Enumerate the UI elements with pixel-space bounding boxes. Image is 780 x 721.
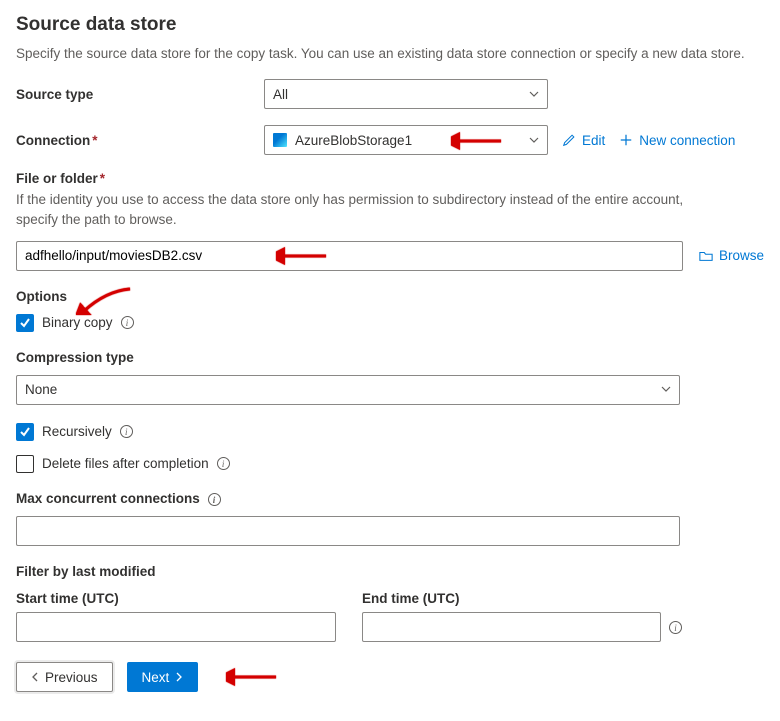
previous-button[interactable]: Previous — [16, 662, 113, 692]
recursively-label: Recursively — [42, 424, 112, 439]
source-type-value: All — [273, 87, 288, 102]
file-folder-label: File or folder* — [16, 171, 764, 186]
end-time-label: End time (UTC) — [362, 591, 661, 606]
info-icon[interactable]: i — [120, 425, 133, 438]
filter-label: Filter by last modified — [16, 564, 764, 579]
info-icon[interactable]: i — [217, 457, 230, 470]
page-title: Source data store — [16, 14, 764, 36]
next-button[interactable]: Next — [127, 662, 199, 692]
start-time-label: Start time (UTC) — [16, 591, 336, 606]
chevron-down-icon — [661, 382, 671, 397]
source-type-select[interactable]: All — [264, 79, 548, 109]
chevron-left-icon — [31, 672, 39, 682]
storage-icon — [273, 133, 287, 147]
max-conn-label: Max concurrent connections i — [16, 491, 764, 507]
plus-icon — [619, 133, 633, 147]
compression-value: None — [25, 382, 57, 397]
page-description: Specify the source data store for the co… — [16, 46, 764, 61]
source-type-label: Source type — [16, 87, 264, 102]
file-path-input[interactable] — [16, 241, 683, 271]
start-time-input[interactable] — [16, 612, 336, 642]
annotation-arrow — [451, 132, 503, 153]
chevron-down-icon — [529, 133, 539, 148]
file-folder-hint: If the identity you use to access the da… — [16, 190, 716, 231]
annotation-arrow — [226, 668, 278, 689]
binary-copy-checkbox[interactable] — [16, 314, 34, 332]
options-label: Options — [16, 289, 764, 304]
browse-button[interactable]: Browse — [699, 248, 764, 263]
info-icon[interactable]: i — [208, 493, 221, 506]
compression-label: Compression type — [16, 350, 764, 365]
connection-label: Connection* — [16, 133, 264, 148]
delete-after-checkbox[interactable] — [16, 455, 34, 473]
check-icon — [19, 426, 31, 438]
chevron-right-icon — [175, 672, 183, 682]
end-time-input[interactable] — [362, 612, 661, 642]
compression-select[interactable]: None — [16, 375, 680, 405]
max-conn-input[interactable] — [16, 516, 680, 546]
edit-connection-button[interactable]: Edit — [562, 133, 605, 148]
check-icon — [19, 317, 31, 329]
pencil-icon — [562, 133, 576, 147]
connection-value: AzureBlobStorage1 — [295, 133, 412, 148]
recursively-checkbox[interactable] — [16, 423, 34, 441]
info-icon[interactable]: i — [669, 621, 682, 634]
info-icon[interactable]: i — [121, 316, 134, 329]
new-connection-button[interactable]: New connection — [619, 133, 735, 148]
connection-select[interactable]: AzureBlobStorage1 — [264, 125, 548, 155]
delete-after-label: Delete files after completion — [42, 456, 209, 471]
chevron-down-icon — [529, 87, 539, 102]
binary-copy-label: Binary copy — [42, 315, 113, 330]
folder-icon — [699, 249, 713, 263]
